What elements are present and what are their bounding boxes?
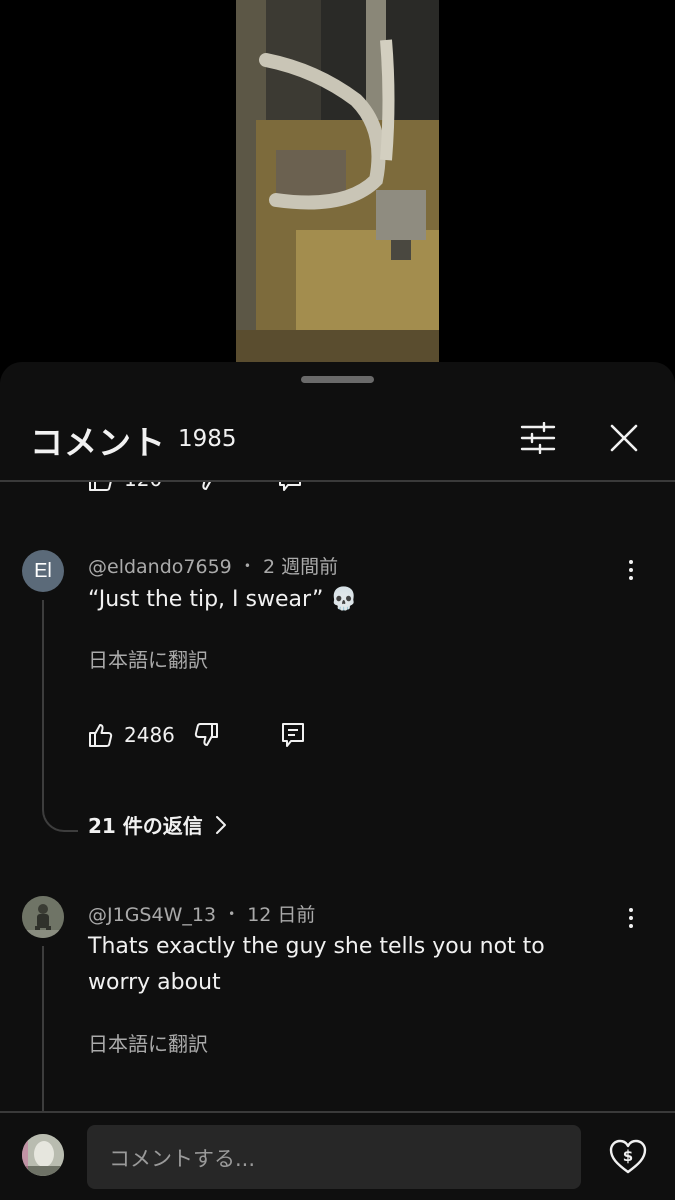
kebab-dot xyxy=(629,576,633,580)
translate-link[interactable]: 日本語に翻訳 xyxy=(88,644,208,673)
comment-composer: コメントする... $ xyxy=(0,1113,675,1200)
kebab-dot xyxy=(629,916,633,920)
view-replies-button[interactable]: 21 件の返信 xyxy=(88,810,227,839)
comment-actions: 2486 xyxy=(88,722,305,748)
meta-separator: • xyxy=(243,559,251,573)
comment-text: Thats exactly the guy she tells you not … xyxy=(88,934,545,995)
video-player[interactable] xyxy=(0,0,675,362)
dislike-button[interactable] xyxy=(193,722,219,748)
comments-title: コメント xyxy=(30,423,166,462)
reply-button[interactable] xyxy=(278,482,302,492)
thumbs-up-icon xyxy=(89,724,113,747)
comment-list[interactable]: 120 El xyxy=(0,482,675,1112)
previous-comment-actions: 120 xyxy=(88,482,302,492)
comment-text: “Just the tip, I swear” 💀 xyxy=(88,587,358,612)
dislike-button[interactable] xyxy=(192,482,218,492)
comment-time: 12 日前 xyxy=(247,904,316,926)
kebab-dot xyxy=(629,924,633,928)
avatar[interactable]: El xyxy=(22,550,64,592)
comment-input[interactable]: コメントする... xyxy=(87,1125,581,1189)
avatar-initials: El xyxy=(34,559,52,582)
comments-sheet: コメント 1985 El @eldando7659 • 2 週間前 “Just … xyxy=(0,362,675,1200)
sort-filter-button[interactable] xyxy=(516,418,560,458)
heart-dollar-icon: $ xyxy=(609,1139,647,1174)
avatar[interactable] xyxy=(22,896,64,938)
drag-handle[interactable] xyxy=(301,376,374,383)
kebab-dot xyxy=(629,568,633,572)
comments-header: コメント 1985 xyxy=(0,402,675,480)
like-button[interactable] xyxy=(88,722,114,748)
close-button[interactable] xyxy=(604,418,644,458)
comment-menu-button[interactable] xyxy=(618,554,644,586)
comments-count: 1985 xyxy=(178,426,237,452)
svg-text:$: $ xyxy=(623,1147,633,1165)
comment-author[interactable]: @eldando7659 xyxy=(88,556,232,578)
comment-meta: @J1GS4W_13 • 12 日前 xyxy=(88,900,315,927)
thumbs-down-icon xyxy=(194,723,218,746)
chevron-right-icon xyxy=(215,815,226,834)
translate-link[interactable]: 日本語に翻訳 xyxy=(88,1028,208,1057)
like-button[interactable] xyxy=(88,482,114,492)
comment-menu-button[interactable] xyxy=(618,902,644,934)
thumbs-down-icon xyxy=(197,482,217,490)
close-icon xyxy=(610,424,638,452)
thread-connector xyxy=(42,802,78,832)
thread-line xyxy=(42,946,44,1112)
comment-author[interactable]: @J1GS4W_13 xyxy=(88,904,216,926)
reply-icon xyxy=(281,723,304,747)
super-thanks-button[interactable]: $ xyxy=(606,1135,650,1179)
thumbs-up-icon xyxy=(89,482,112,491)
sliders-icon xyxy=(520,422,556,454)
comment-time: 2 週間前 xyxy=(262,556,339,578)
kebab-dot xyxy=(629,908,633,912)
video-frame[interactable] xyxy=(236,0,439,362)
kebab-dot xyxy=(629,560,633,564)
reply-icon xyxy=(279,482,302,491)
meta-separator: • xyxy=(228,907,236,921)
avatar-image xyxy=(22,896,64,938)
like-count: 120 xyxy=(124,482,162,491)
video-thumbnail-image xyxy=(236,0,439,362)
like-count: 2486 xyxy=(124,723,175,747)
replies-label: 21 件の返信 xyxy=(88,814,203,838)
reply-button[interactable] xyxy=(281,722,305,748)
my-avatar-image xyxy=(22,1134,64,1176)
thread-line xyxy=(42,600,44,808)
comment-meta: @eldando7659 • 2 週間前 xyxy=(88,552,338,579)
my-avatar[interactable] xyxy=(22,1134,64,1176)
